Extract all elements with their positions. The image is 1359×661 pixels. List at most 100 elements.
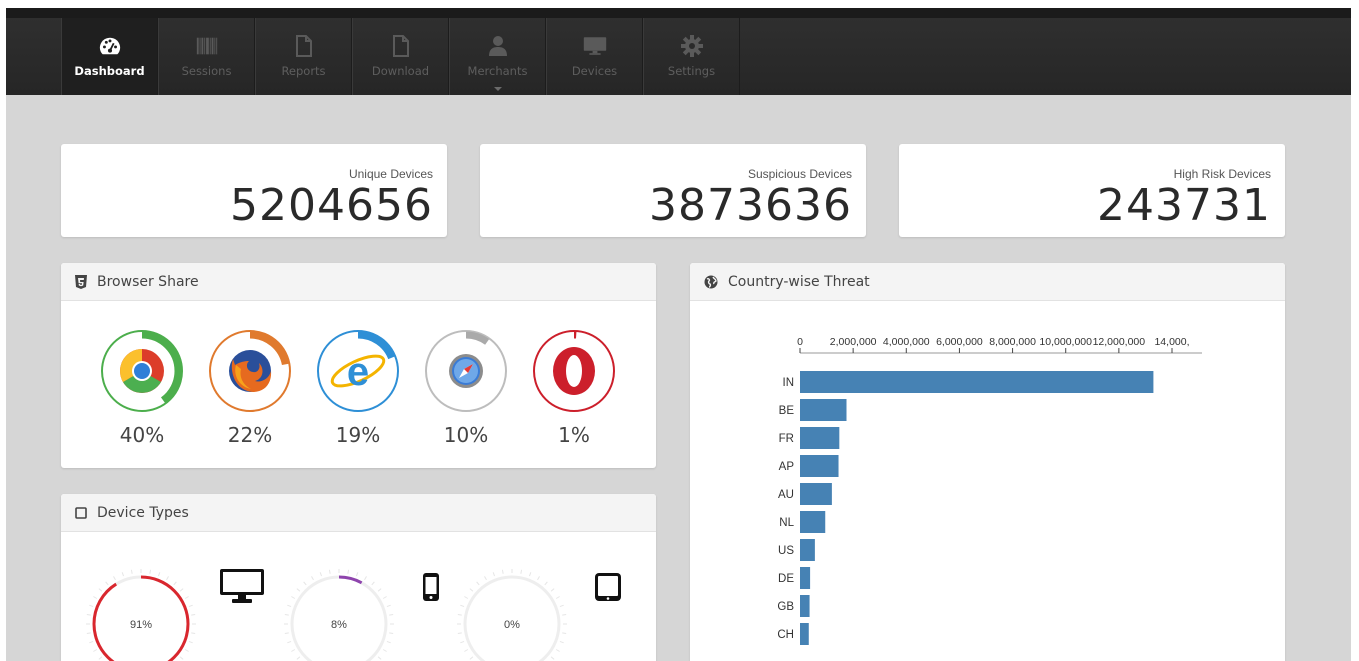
- nav-sessions[interactable]: Sessions: [158, 18, 255, 95]
- gauge-tick: [284, 613, 289, 616]
- category-label: BE: [779, 405, 795, 417]
- bar-ch[interactable]: [800, 623, 809, 645]
- gauge-tick: [130, 569, 133, 574]
- gauge-tick: [457, 613, 462, 616]
- gauge-tick: [371, 581, 375, 586]
- gauge-tick: [476, 581, 480, 586]
- x-tick-label: 10,000,000: [1039, 336, 1092, 348]
- opera-gauge: [533, 330, 615, 412]
- nav-label: Download: [371, 64, 430, 78]
- x-tick-label: 2,000,000: [830, 336, 877, 348]
- gauge-tick: [544, 581, 548, 586]
- browser-item-opera: 1%: [520, 329, 628, 447]
- gauge-tick: [98, 588, 103, 592]
- bar-gb[interactable]: [800, 595, 810, 617]
- gauge-tick: [377, 656, 382, 660]
- country-threat-panel: Country-wise Threat 0 2,000,000 4,000,000 6…: [690, 263, 1285, 661]
- device-pct: 0%: [504, 619, 520, 631]
- nav-reports[interactable]: Reports: [255, 18, 352, 95]
- nav-label: Reports: [281, 64, 326, 78]
- gauge-tick: [347, 569, 350, 574]
- gauge-tick: [355, 572, 359, 577]
- gauge-tick: [550, 656, 555, 660]
- gauge-tick: [291, 649, 296, 652]
- gauge-tick: [98, 656, 103, 660]
- browser-share-panel: Browser Share 40% 22% e 19% 10% 1%: [61, 263, 656, 468]
- tablet-outline-icon: [75, 506, 87, 519]
- mobile-gauge: 8%: [284, 569, 394, 661]
- panel-header: Browser Share: [61, 263, 656, 301]
- document-icon: [292, 34, 316, 58]
- category-label: US: [778, 545, 794, 557]
- category-label: NL: [779, 517, 794, 529]
- nav-merchants[interactable]: Merchants: [449, 18, 546, 95]
- gauge-tick: [89, 604, 94, 608]
- gauge-tick: [188, 640, 193, 644]
- nav-label: Devices: [571, 64, 618, 78]
- tablet-gauge: 0%: [457, 569, 567, 661]
- browser-item-internet-explorer: e 19%: [304, 329, 412, 447]
- bar-de[interactable]: [800, 567, 811, 589]
- gauge-tick: [562, 632, 567, 635]
- document-icon: [389, 34, 413, 58]
- nav-label: Sessions: [181, 64, 232, 78]
- stat-value: 5204656: [230, 180, 433, 231]
- desktop-icon: [219, 568, 265, 608]
- nav-label: Settings: [667, 64, 716, 78]
- safari-icon: [449, 354, 483, 388]
- gauge-tick: [555, 649, 560, 652]
- gauge-tick: [469, 588, 474, 592]
- gauge-tick: [191, 632, 196, 635]
- stat-value: 3873636: [649, 180, 852, 231]
- bar-us[interactable]: [800, 539, 815, 561]
- desktop-gauge: 91%: [86, 569, 196, 661]
- safari-gauge: [425, 330, 507, 412]
- bar-be[interactable]: [800, 399, 847, 421]
- gauge-tick: [303, 581, 307, 586]
- x-tick-label: 14,000,: [1154, 336, 1189, 348]
- bar-in[interactable]: [800, 371, 1154, 393]
- gauge-tick: [389, 613, 394, 616]
- nav-label: Dashboard: [74, 64, 145, 78]
- bar-au[interactable]: [800, 483, 832, 505]
- device-list: 91% 8% 0%: [61, 532, 656, 661]
- nav-devices[interactable]: Devices: [546, 18, 643, 95]
- gauge-tick: [287, 640, 292, 644]
- gauge-tick: [113, 576, 116, 581]
- nav-download[interactable]: Download: [352, 18, 449, 95]
- gauge-tick: [179, 656, 184, 660]
- gauge-tick: [550, 588, 555, 592]
- gauge-tick: [93, 596, 98, 599]
- x-tick-label: 12,000,000: [1093, 336, 1146, 348]
- bar-nl[interactable]: [800, 511, 826, 533]
- bar-ap[interactable]: [800, 455, 839, 477]
- gauge-tick: [555, 596, 560, 599]
- device-pct: 91%: [130, 619, 152, 631]
- gauge-tick: [328, 569, 331, 574]
- gauge-tick: [386, 604, 391, 608]
- category-label: AP: [779, 461, 795, 473]
- gauge-tick: [537, 576, 540, 581]
- bar-fr[interactable]: [800, 427, 840, 449]
- gear-icon: [680, 34, 704, 58]
- browser-pct: 10%: [443, 423, 489, 447]
- gauge-tick: [287, 604, 292, 608]
- gauge-tick: [188, 604, 193, 608]
- panel-header: Country-wise Threat: [690, 263, 1285, 301]
- gauge-tick: [86, 613, 91, 616]
- nav-dashboard[interactable]: Dashboard: [61, 18, 158, 95]
- category-label: CH: [777, 629, 794, 641]
- category-label: DE: [778, 573, 794, 585]
- gauge-tick: [484, 576, 487, 581]
- mobile-phone-icon: [421, 572, 441, 606]
- gauge-tick: [464, 596, 469, 599]
- nav-settings[interactable]: Settings: [643, 18, 740, 95]
- browser-item-safari: 10%: [412, 329, 520, 447]
- gauge-tick: [121, 572, 125, 577]
- gauge-tick: [501, 569, 504, 574]
- gauge-tick: [86, 632, 91, 635]
- panel-title: Device Types: [97, 504, 189, 521]
- internet-explorer-icon: e: [330, 350, 386, 394]
- stat-card-unique-devices: Unique Devices 5204656: [61, 144, 447, 237]
- browser-item-chrome: 40%: [88, 329, 196, 447]
